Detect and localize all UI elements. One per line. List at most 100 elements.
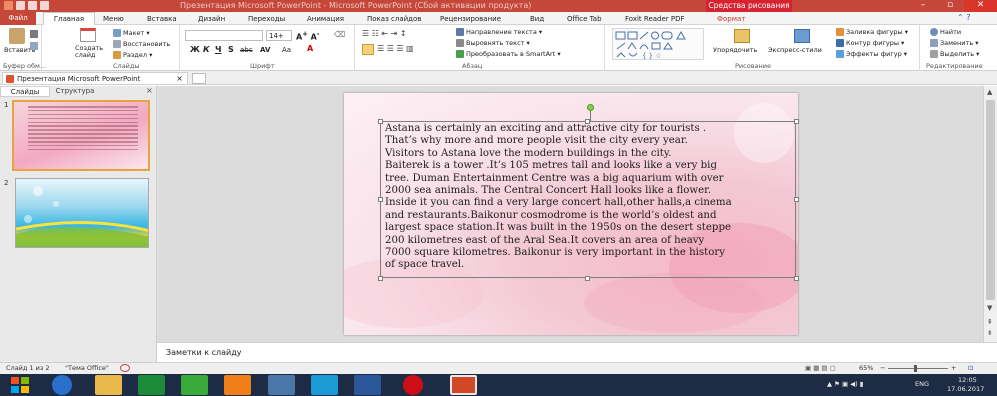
smartart-button[interactable]: Преобразовать в SmartArt ▾ [456,50,561,58]
text-direction-button[interactable]: Направление текста ▾ [456,28,542,36]
maximize-button[interactable]: ▫ [937,0,963,12]
resize-handle-br[interactable] [794,276,799,281]
opera-icon[interactable] [403,375,423,395]
minimize-button[interactable]: – [910,0,936,12]
close-pane-icon[interactable]: × [146,86,153,95]
quick-styles-icon[interactable] [794,29,810,43]
zoom-in-icon[interactable]: + [951,364,956,372]
clock-time[interactable]: 12:05 [958,376,977,384]
reset-button[interactable]: Восстановить [113,40,170,48]
document-tab[interactable]: Презентация Microsoft PowerPoint × [2,72,188,85]
store-icon[interactable] [138,375,165,395]
scroll-down-icon[interactable]: ▼ [987,304,992,312]
resize-handle-b[interactable] [585,276,590,281]
scroll-thumb[interactable] [986,100,995,300]
char-spacing-icon[interactable]: AV [260,46,270,54]
paste-icon[interactable] [9,28,25,44]
italic-button[interactable]: К [203,45,210,54]
tab-slides[interactable]: Слайды [0,86,50,97]
grow-font-icon[interactable]: A+ A- [296,30,320,42]
shape-effects-button[interactable]: Эффекты фигур ▾ [836,50,907,58]
zoom-slider-track[interactable] [888,368,948,369]
underline-button[interactable]: Ч [215,45,221,54]
view-buttons-icon[interactable]: ▣ ▦ ▤ ▢ [805,364,836,372]
arrange-button[interactable]: Упорядочить [713,46,757,54]
find-button[interactable]: Найти [930,28,961,36]
prev-slide-icon[interactable]: ⇞ [987,318,993,326]
slide-thumbnail-2[interactable] [15,178,149,248]
align-text-button[interactable]: Выровнять текст ▾ [456,39,530,47]
rotation-handle[interactable] [587,104,594,111]
powerpoint-taskbar-icon[interactable] [450,375,477,395]
help-icon[interactable]: ⌃ ? [957,13,971,22]
vk-icon[interactable] [268,375,295,395]
close-button[interactable]: ✕ [964,0,997,12]
save-icon[interactable] [16,1,25,10]
align-left-button[interactable] [362,44,374,55]
internet-explorer-icon[interactable] [52,375,72,395]
undo-icon[interactable] [28,1,37,10]
bold-button[interactable]: Ж [190,45,200,54]
tab-home[interactable]: Главная [43,12,95,26]
app-a-icon[interactable] [181,375,208,395]
arrange-icon[interactable] [734,29,750,43]
align-center-icon[interactable]: ☰ ☰ ☰ ▥ [377,44,414,53]
redo-icon[interactable] [40,1,49,10]
next-slide-icon[interactable]: ⇟ [987,329,993,337]
tab-insert[interactable]: Вставка [147,13,177,25]
quick-styles-button[interactable]: Экспресс-стили [768,46,822,54]
replace-button[interactable]: Заменить ▾ [930,39,979,47]
slide-thumbnail-1[interactable] [12,100,150,171]
bullets-icon[interactable]: ☰ ☷ ⇤ ⇥ ↕ [362,29,407,38]
tab-foxit-reader[interactable]: Foxit Reader PDF [625,13,685,25]
shapes-gallery[interactable]: { } ☆ [612,28,704,60]
skype-icon[interactable] [311,375,338,395]
resize-handle-bl[interactable] [378,276,383,281]
zoom-slider-knob[interactable] [914,365,917,372]
word-icon[interactable] [354,375,381,395]
tab-outline[interactable]: Структура [50,86,100,97]
change-case-icon[interactable]: Aa [282,46,291,54]
zoom-out-icon[interactable]: − [880,364,885,372]
file-explorer-icon[interactable] [95,375,122,395]
font-color-icon[interactable]: A [307,44,313,53]
shape-outline-button[interactable]: Контур фигуры ▾ [836,39,904,47]
tab-menu[interactable]: Меню [103,13,124,25]
tab-format[interactable]: Формат [717,13,745,25]
fit-to-window-icon[interactable]: ⊡ [968,364,973,372]
tray-icons[interactable]: ▲ ⚑ ▣ ◀) ▮ [827,380,863,388]
font-name-box[interactable] [185,30,263,41]
resize-handle-l[interactable] [378,197,383,202]
select-button[interactable]: Выделить ▾ [930,50,979,58]
copy-icon[interactable] [30,42,38,50]
tab-slideshow[interactable]: Показ слайдов [367,13,421,25]
windows-start-icon[interactable] [10,376,30,394]
font-size-box[interactable]: 14+ [266,30,292,41]
layout-button[interactable]: Макет ▾ [113,29,150,37]
spellcheck-icon[interactable] [120,364,130,372]
new-tab-button[interactable] [192,73,206,84]
clear-format-icon[interactable]: ⌫ [334,30,345,39]
scroll-up-icon[interactable]: ▲ [987,88,992,96]
section-button[interactable]: Раздел ▾ [113,51,152,59]
tab-view[interactable]: Вид [530,13,544,25]
tab-review[interactable]: Рецензирование [440,13,501,25]
tab-file[interactable]: Файл [0,12,36,25]
input-language[interactable]: ENG [915,380,929,388]
shape-fill-button[interactable]: Заливка фигуры ▾ [836,28,908,36]
strikethrough-button[interactable]: abc [240,46,253,54]
tab-office-tab[interactable]: Office Tab [567,13,602,25]
slide-body-text[interactable]: Astana is certainly an exciting and attr… [385,123,795,272]
clock-date[interactable]: 17.06.2017 [947,385,984,393]
vertical-scrollbar[interactable]: ▲ ▼ ⇞ ⇟ [983,86,997,342]
resize-handle-tl[interactable] [378,119,383,124]
new-slide-button[interactable]: Создать слайд [75,45,103,59]
zoom-level[interactable]: 65% [859,364,873,372]
cut-icon[interactable] [30,30,38,38]
tab-design[interactable]: Дизайн [198,13,225,25]
odnoklassniki-icon[interactable] [224,375,251,395]
shadow-button[interactable]: S [228,45,234,54]
tab-transitions[interactable]: Переходы [248,13,285,25]
notes-pane[interactable]: Заметки к слайду [157,342,997,362]
tab-animation[interactable]: Анимация [307,13,344,25]
